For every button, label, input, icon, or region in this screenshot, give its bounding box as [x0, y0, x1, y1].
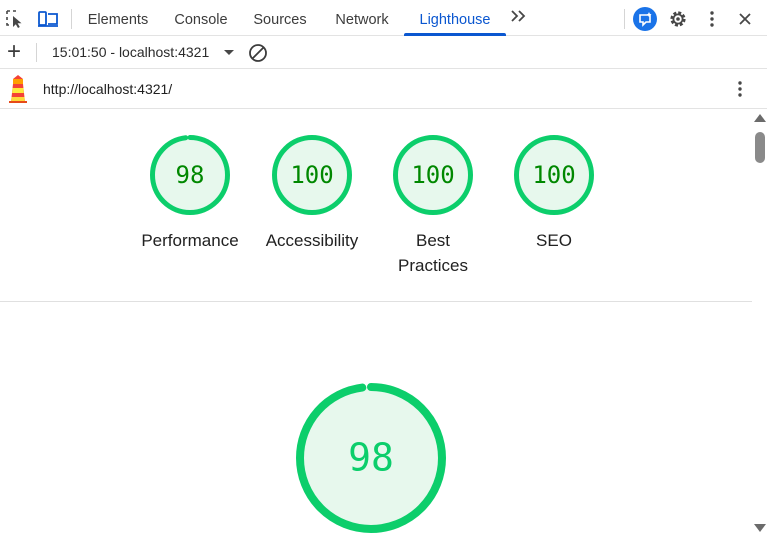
add-icon[interactable]: + [3, 39, 25, 65]
lighthouse-logo-icon [7, 74, 29, 104]
section-divider [0, 301, 752, 302]
score-gauge-ring: 100 [514, 135, 594, 215]
score-gauge-ring: 100 [393, 135, 473, 215]
score-label-line: Practices [398, 256, 468, 275]
main-score-value: 98 [348, 436, 394, 480]
performance-main-gauge: 98 [296, 383, 446, 533]
tab-elements[interactable]: Elements [80, 0, 156, 36]
settings-gear-icon[interactable] [667, 8, 689, 30]
score-gauge-ring: 100 [272, 135, 352, 215]
clear-icon[interactable] [248, 43, 268, 63]
score-label-line: Best [415, 231, 451, 250]
scroll-up-arrow-icon[interactable] [754, 114, 766, 122]
score-label: Accessibility [257, 228, 367, 253]
score-label-line: Accessibility [265, 231, 359, 250]
score-gauge-ring: 98 [150, 135, 230, 215]
tab-console[interactable]: Console [166, 0, 236, 36]
tab-sources[interactable]: Sources [246, 0, 314, 36]
tab-lighthouse[interactable]: Lighthouse [404, 0, 506, 36]
score-gauge-performance[interactable]: 98 Performance [135, 134, 245, 253]
report-url-bar: http://localhost:4321/ [0, 69, 767, 109]
ai-assistance-icon[interactable] [633, 7, 657, 31]
report-url[interactable]: http://localhost:4321/ [43, 79, 172, 99]
score-label-line: Performance [141, 231, 239, 250]
score-value: 100 [290, 161, 333, 189]
scroll-down-arrow-icon[interactable] [754, 524, 766, 532]
device-toolbar-icon[interactable] [37, 8, 59, 30]
score-value: 100 [532, 161, 575, 189]
score-label: SEO [499, 228, 609, 253]
more-vertical-icon[interactable] [701, 8, 723, 30]
dropdown-caret-icon[interactable] [224, 50, 234, 55]
score-label: Performance [135, 228, 245, 253]
more-vertical-icon[interactable] [730, 78, 750, 100]
toolbar-separator [36, 43, 37, 62]
lighthouse-toolbar: + 15:01:50 - localhost:4321 [0, 36, 767, 69]
tab-separator [71, 9, 72, 29]
scrollbar-thumb[interactable] [755, 132, 765, 163]
report-selector[interactable]: 15:01:50 - localhost:4321 [52, 42, 209, 62]
inspect-element-icon[interactable] [4, 8, 26, 30]
score-gauge-seo[interactable]: 100 SEO [499, 134, 609, 253]
tab-separator [624, 9, 625, 29]
score-value: 98 [176, 161, 205, 189]
tab-network[interactable]: Network [324, 0, 400, 36]
vertical-scrollbar[interactable] [752, 109, 767, 537]
close-icon[interactable] [734, 8, 756, 30]
score-label-line: SEO [536, 231, 572, 250]
score-gauge-best-practices[interactable]: 100 Best Practices [378, 134, 488, 278]
score-label: Best Practices [378, 228, 488, 278]
more-tabs-chevron-icon[interactable] [509, 8, 527, 29]
devtools-tabbar: Elements Console Sources Network Lightho… [0, 0, 767, 36]
lighthouse-report: 98 Performance 100 Accessibility 100 Bes… [0, 109, 752, 537]
score-gauge-accessibility[interactable]: 100 Accessibility [257, 134, 367, 253]
score-value: 100 [411, 161, 454, 189]
